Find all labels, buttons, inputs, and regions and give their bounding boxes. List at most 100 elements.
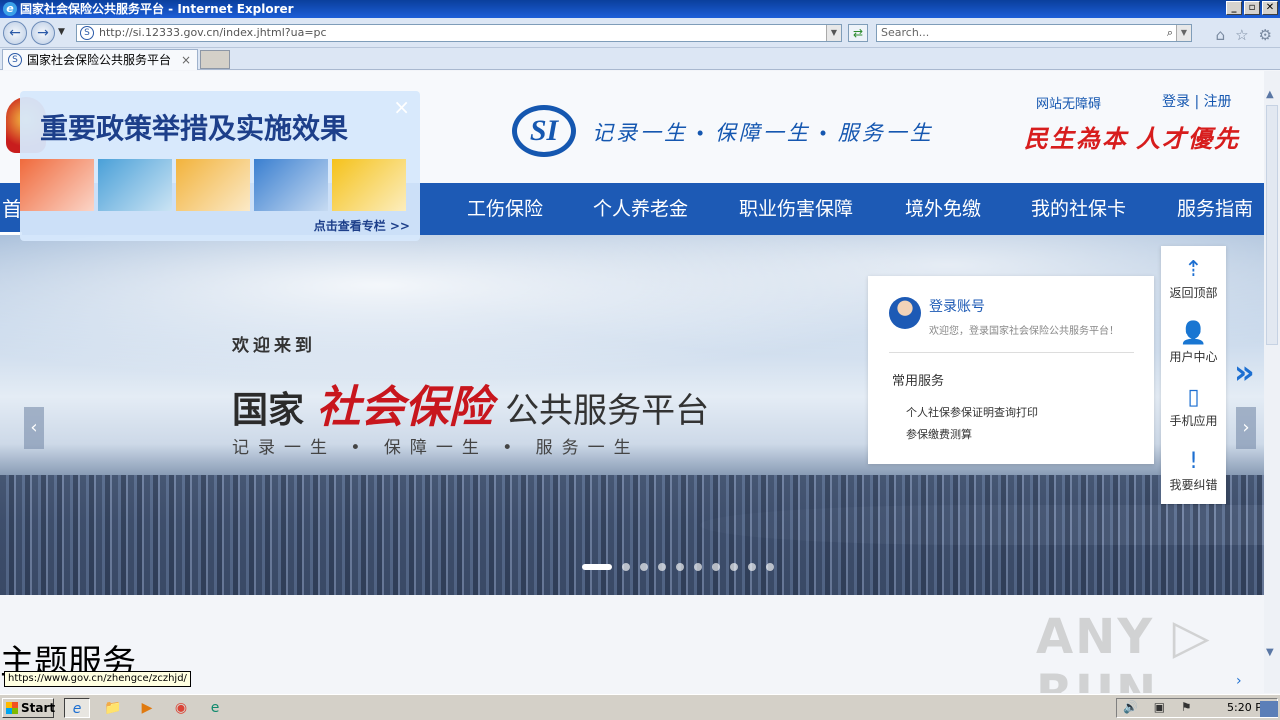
taskbar-explorer-icon[interactable]: 📁 [100,698,126,718]
banner-dot[interactable] [748,563,756,571]
refresh-button[interactable]: ⇄ [848,24,868,42]
tab-bar: S 国家社会保险公共服务平台 × [0,48,1280,70]
search-icon[interactable]: ⌕ [1167,25,1173,41]
mobile-app-button[interactable]: ▯ 手机应用 [1161,376,1226,438]
banner-dot[interactable] [582,564,612,570]
favorites-star-icon[interactable]: ☆ [1235,26,1248,44]
banner-title-suffix: 公共服务平台 [505,391,710,431]
popup-title[interactable]: 重要政策举措及实施效果 [40,107,348,147]
menu-item-work-injury[interactable]: 工伤保险 [467,183,543,235]
close-button[interactable]: ✕ [1262,1,1278,15]
address-text: http://si.12333.gov.cn/index.jhtml?ua=pc [99,26,327,39]
back-button[interactable]: ← [3,21,27,45]
common-services-title: 常用服务 [892,374,945,389]
show-desktop-button[interactable] [1260,701,1278,717]
menu-item-home[interactable]: 首 [0,183,22,235]
report-error-label: 我要纠错 [1169,478,1218,492]
popup-thumbnail[interactable] [20,159,94,211]
site-favicon-icon: S [80,26,94,40]
new-tab-button[interactable] [200,50,230,69]
banner-title: 国家 社会保险 公共服务平台 [232,371,709,435]
banner-dot[interactable] [676,563,684,571]
popup-thumbnail[interactable] [98,159,172,211]
banner-cityscape [0,475,1264,595]
user-center-label: 用户中心 [1169,350,1218,364]
menu-item-my-social-card[interactable]: 我的社保卡 [1031,183,1126,235]
banner-welcome: 欢迎来到 [232,336,316,356]
windows-flag-icon [6,702,18,714]
banner-prev-button[interactable]: ‹ [24,407,44,449]
header-motto: 民生為本 人才優先 [1024,127,1240,153]
taskbar-ie-icon[interactable]: e [64,698,90,718]
address-bar[interactable]: S http://si.12333.gov.cn/index.jhtml?ua=… [76,24,842,42]
si-logo[interactable]: SI [512,105,576,157]
user-avatar-icon [889,297,921,329]
minimize-button[interactable]: _ [1226,1,1242,15]
page-scrollbar[interactable]: ▲ ▼ [1264,71,1280,693]
login-link[interactable]: 登录 [1162,94,1190,110]
menu-item-occupational-injury[interactable]: 职业伤害保障 [739,183,853,235]
service-link-insurance-proof[interactable]: 个人社保参保证明查询打印 [906,404,1038,420]
banner-dot[interactable] [622,563,630,571]
search-box[interactable]: Search... ⌕ ▼ [876,24,1192,42]
banner-dot[interactable] [766,563,774,571]
header-slogan: 记录一生 • 保障一生 • 服务一生 [592,121,934,145]
history-dropdown-icon[interactable]: ▼ [58,27,65,37]
home-icon[interactable]: ⌂ [1216,26,1226,44]
taskbar-edge-icon[interactable]: e [202,698,228,718]
tab-favicon-icon: S [8,53,22,67]
page-viewport: SI 记录一生 • 保障一生 • 服务一生 网站无障碍 登录 | 注册 民生為本… [0,71,1264,693]
tab-close-icon[interactable]: × [181,50,191,70]
accessibility-link[interactable]: 网站无障碍 [1036,93,1101,112]
maximize-button[interactable]: ▫ [1244,1,1260,15]
forward-button[interactable]: → [31,21,55,45]
login-account-link[interactable]: 登录账号 [929,296,985,316]
user-icon: 👤 [1179,321,1208,346]
login-register-links: 登录 | 注册 [1162,91,1232,111]
start-button[interactable]: Start [2,698,55,718]
banner-pagination [582,563,774,571]
address-dropdown-icon[interactable]: ▼ [826,25,841,41]
system-tray: 🔊 ▣ ⚑ 5:20 PM [1116,698,1278,718]
double-chevron-right-icon[interactable]: » [1234,353,1255,391]
back-to-top-button[interactable]: ⇡ 返回顶部 [1161,248,1226,310]
service-link-payment-calc[interactable]: 参保缴费测算 [906,426,972,442]
search-dropdown-icon[interactable]: ▼ [1176,25,1191,41]
banner-next-button[interactable]: › [1236,407,1256,449]
login-welcome-text: 欢迎您，登录国家社会保险公共服务平台！ [929,326,1119,337]
popup-thumbnails [20,159,406,211]
tab-title: 国家社会保险公共服务平台 [27,53,172,67]
taskbar-chrome-icon[interactable]: ◉ [168,698,194,718]
popup-close-icon[interactable]: × [393,95,410,119]
scroll-thumb[interactable] [1266,105,1278,345]
report-error-button[interactable]: ! 我要纠错 [1161,440,1226,502]
phone-icon: ▯ [1187,385,1200,410]
window-title: 国家社会保险公共服务平台 - Internet Explorer [20,2,294,16]
banner-title-highlight: 社会保险 [316,383,493,432]
banner-title-prefix: 国家 [232,390,305,431]
popup-thumbnail[interactable] [176,159,250,211]
banner-dot[interactable] [730,563,738,571]
watermark: ANY ▷ RUN [1036,609,1212,693]
taskbar-media-icon[interactable]: ▶ [134,698,160,718]
banner-dot[interactable] [694,563,702,571]
menu-item-personal-pension[interactable]: 个人养老金 [593,183,688,235]
popup-view-column-link[interactable]: 点击查看专栏 >> [314,217,410,234]
tab-active[interactable]: S 国家社会保险公共服务平台 × [2,49,198,70]
popup-thumbnail[interactable] [254,159,328,211]
scroll-up-icon[interactable]: ▲ [1266,89,1274,100]
banner-dot[interactable] [658,563,666,571]
menu-item-overseas-exemption[interactable]: 境外免缴 [905,183,981,235]
menu-item-service-guide[interactable]: 服务指南 [1177,183,1253,235]
banner-dot[interactable] [712,563,720,571]
register-link[interactable]: 注册 [1204,94,1232,110]
banner-dot[interactable] [640,563,648,571]
window-titlebar: e 国家社会保险公共服务平台 - Internet Explorer _ ▫ ✕ [0,0,1280,18]
scroll-down-icon[interactable]: ▼ [1266,647,1274,658]
card-divider [889,352,1134,353]
tray-icons[interactable]: 🔊 ▣ ⚑ [1123,700,1198,714]
popup-thumbnail[interactable] [332,159,406,211]
settings-gear-icon[interactable]: ⚙ [1259,26,1272,44]
user-center-button[interactable]: 👤 用户中心 [1161,312,1226,374]
banner-subtitle: 记录一生 • 保障一生 • 服务一生 [232,438,640,458]
